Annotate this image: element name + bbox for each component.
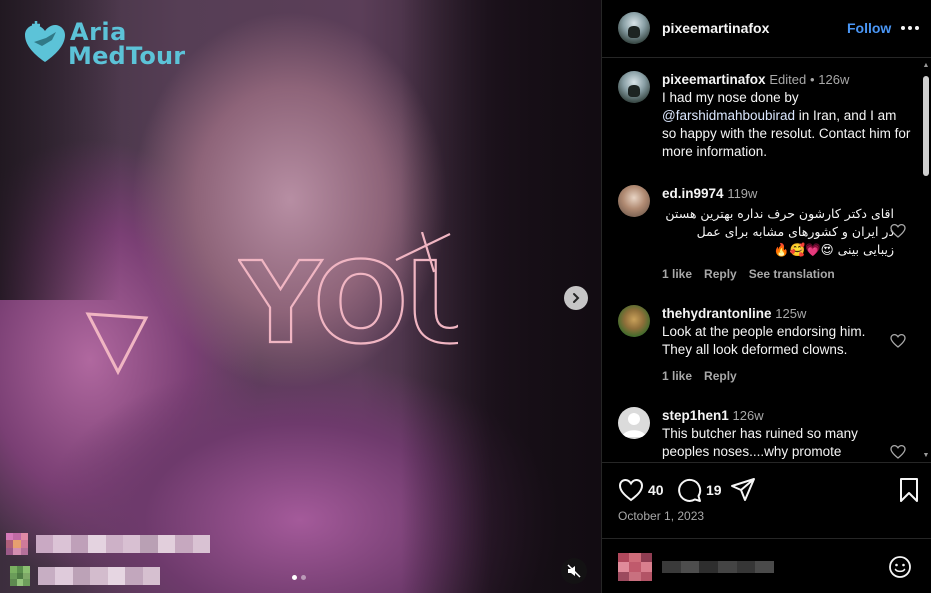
- like-heart-icon[interactable]: [618, 477, 644, 503]
- comment-username[interactable]: step1hen1: [662, 408, 729, 423]
- carousel-next-button[interactable]: [564, 286, 588, 310]
- comment-icon[interactable]: [676, 477, 702, 503]
- comment-timestamp[interactable]: 125w: [775, 306, 806, 321]
- comment-like-icon[interactable]: [890, 333, 906, 349]
- post-date[interactable]: October 1, 2023: [618, 509, 704, 523]
- comment-avatar[interactable]: [618, 407, 650, 439]
- scroll-up-arrow-icon[interactable]: ▲: [922, 62, 930, 70]
- caption-mention-link[interactable]: @farshidmahboubirad: [662, 108, 795, 123]
- author-avatar[interactable]: [618, 12, 650, 44]
- comment-like-icon[interactable]: [890, 223, 906, 239]
- neon-triangle: [85, 312, 149, 376]
- comment-text: This butcher has ruined so many peoples …: [662, 426, 858, 459]
- carousel-dot: [301, 575, 306, 580]
- default-avatar-icon: [622, 413, 646, 437]
- comment-timestamp[interactable]: 119w: [727, 186, 757, 201]
- neon-text-overlay: YOU: [238, 232, 458, 352]
- blurred-comment-input[interactable]: [662, 561, 775, 573]
- caption-edited-label: Edited: [769, 72, 807, 87]
- follow-button[interactable]: Follow: [847, 20, 891, 36]
- blurred-commenter-avatar: [618, 553, 652, 581]
- post-media[interactable]: Aria MedTour YOU: [0, 0, 601, 593]
- blurred-overlay-row-1: [6, 533, 211, 555]
- more-options-button[interactable]: [898, 16, 922, 40]
- comment-like-count[interactable]: 1 like: [662, 369, 692, 383]
- comment-item: step1hen1 126w This butcher has ruined s…: [618, 407, 914, 461]
- comments-scrollbar[interactable]: ▲ ▼: [922, 62, 930, 460]
- comment-like-count[interactable]: 1 like: [662, 267, 692, 281]
- comment-avatar[interactable]: [618, 185, 650, 217]
- share-icon[interactable]: [730, 477, 756, 503]
- caption-username[interactable]: pixeemartinafox: [662, 72, 766, 87]
- comment-item: thehydrantonline 125w Look at the people…: [618, 305, 914, 385]
- mute-button[interactable]: [561, 558, 587, 584]
- caption-text: I had my nose done by @farshidmahboubira…: [662, 90, 911, 159]
- blurred-avatar: [10, 566, 30, 586]
- more-icon: [901, 26, 905, 30]
- comment-text: Look at the people endorsing him. They a…: [662, 324, 866, 357]
- carousel-dot: [292, 575, 297, 580]
- watermark-logo: Aria MedTour: [22, 14, 192, 70]
- author-username[interactable]: pixeemartinafox: [662, 20, 769, 36]
- comment-like-icon[interactable]: [890, 444, 906, 460]
- comment-text: اقای دکتر کارشون حرف نداره بهترین هستن د…: [665, 206, 894, 257]
- comment-username[interactable]: thehydrantonline: [662, 306, 772, 321]
- blurred-text: [36, 535, 211, 553]
- blurred-overlay-row-2: [10, 566, 160, 586]
- logo-heart-icon: [25, 21, 65, 62]
- scroll-down-arrow-icon[interactable]: ▼: [922, 452, 930, 460]
- chevron-right-icon: [573, 293, 580, 303]
- bookmark-icon[interactable]: [896, 477, 922, 503]
- scrollbar-thumb[interactable]: [923, 76, 929, 176]
- post-header: pixeemartinafox Follow: [602, 0, 931, 58]
- carousel-indicator: [292, 575, 306, 580]
- emoji-icon[interactable]: [888, 555, 912, 579]
- caption-timestamp[interactable]: 126w: [818, 72, 849, 87]
- like-count[interactable]: 40: [648, 482, 664, 498]
- post-actions: 40 19 October 1, 2023: [602, 462, 931, 547]
- comment-avatar[interactable]: [618, 305, 650, 337]
- comment-translation-button[interactable]: See translation: [749, 267, 835, 281]
- comment-item: ed.in9974 119w اقای دکتر کارشون حرف ندار…: [618, 185, 914, 285]
- logo-text-line2: MedTour: [68, 42, 186, 70]
- comment-count[interactable]: 19: [706, 482, 722, 498]
- caption-avatar[interactable]: [618, 71, 650, 103]
- blurred-avatar: [6, 533, 28, 555]
- overlay-text: YOU: [238, 239, 458, 352]
- comment-reply-button[interactable]: Reply: [704, 369, 737, 383]
- post-side-panel: pixeemartinafox Follow pixeemartinafox E…: [601, 0, 931, 593]
- comment-timestamp[interactable]: 126w: [733, 408, 764, 423]
- comment-username[interactable]: ed.in9974: [662, 186, 724, 201]
- caption-separator: •: [809, 72, 815, 87]
- add-comment-bar[interactable]: [602, 538, 931, 593]
- comments-list[interactable]: pixeemartinafox Edited • 126w I had my n…: [602, 59, 920, 461]
- mute-icon: [567, 564, 581, 578]
- blurred-text: [38, 567, 160, 585]
- comment-reply-button[interactable]: Reply: [704, 267, 737, 281]
